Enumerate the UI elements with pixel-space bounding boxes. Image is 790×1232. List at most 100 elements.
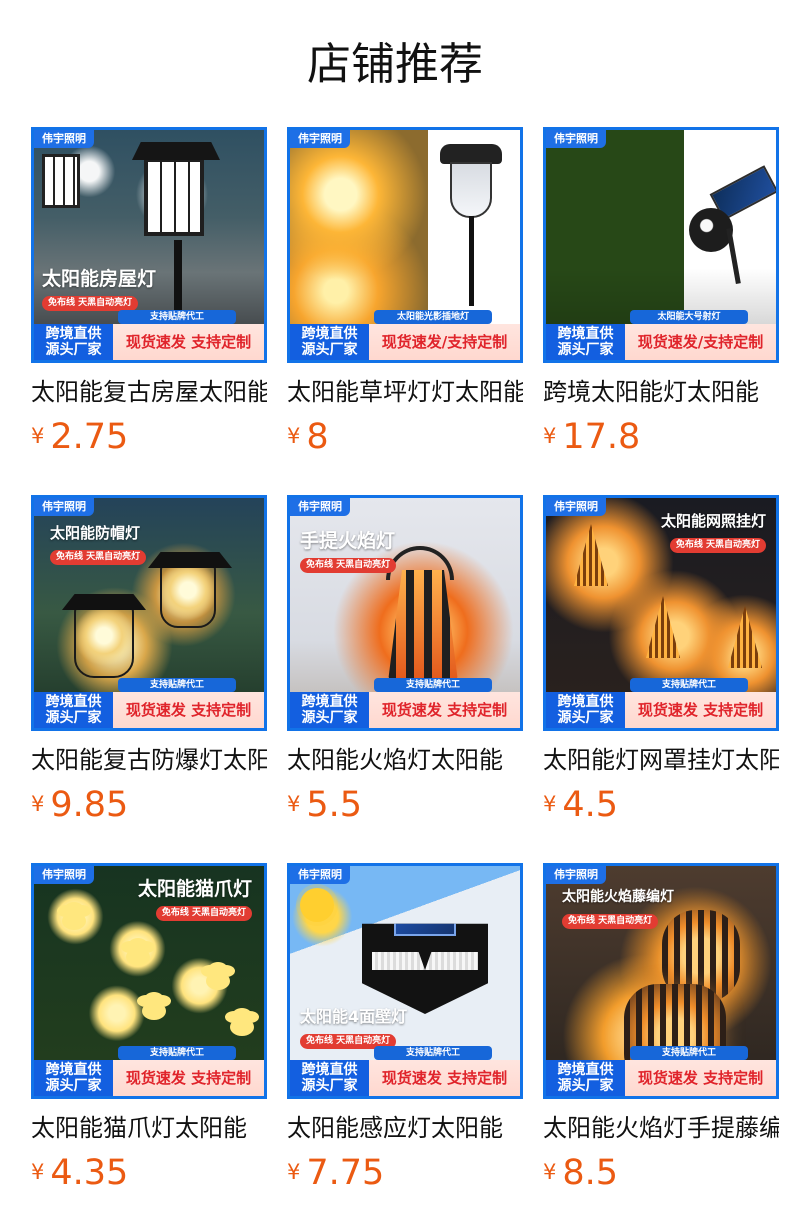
product-card[interactable]: 伟宇照明 手提火焰灯 免布线 天黑自动亮灯 支持贴牌代工 跨境直供 源头厂家 现… (287, 495, 523, 825)
promo-left-badge: 跨境直供 源头厂家 (34, 324, 113, 360)
currency-symbol: ¥ (31, 424, 45, 448)
currency-symbol: ¥ (31, 792, 45, 816)
price-value: 9.85 (50, 785, 129, 825)
promo-strip: 跨境直供 源头厂家 现货速发 支持定制 (290, 692, 520, 728)
promo-right-badge: 现货速发 支持定制 (113, 324, 264, 360)
promo-strip: 跨境直供 源头厂家 现货速发 支持定制 (34, 1060, 264, 1096)
product-image[interactable]: 伟宇照明 太阳能火焰藤编灯 免布线 天黑自动亮灯 支持贴牌代工 跨境直供 源头厂… (543, 863, 779, 1099)
image-headline-block: 太阳能网照挂灯 免布线 天黑自动亮灯 (661, 510, 766, 553)
promo-strip: 跨境直供 源头厂家 现货速发 支持定制 (290, 1060, 520, 1096)
lamp-pole (469, 216, 474, 306)
promo-right-badge: 现货速发/支持定制 (369, 324, 520, 360)
currency-symbol: ¥ (287, 424, 301, 448)
image-caption: 支持贴牌代工 (118, 678, 236, 692)
product-card[interactable]: 伟宇照明 太阳能网照挂灯 免布线 天黑自动亮灯 支持贴牌代工 跨境直供 源头厂家… (543, 495, 779, 825)
promo-right-badge: 现货速发 支持定制 (113, 1060, 264, 1096)
product-image[interactable]: 伟宇照明 太阳能大号射灯 跨境直供 源头厂家 现货速发/支持定制 (543, 127, 779, 363)
currency-symbol: ¥ (31, 1160, 45, 1184)
promo-left-line: 跨境直供 (301, 326, 358, 342)
product-name[interactable]: 太阳能猫爪灯太阳能 (31, 1111, 267, 1145)
promo-left-line: 源头厂家 (557, 1078, 614, 1094)
product-name[interactable]: 太阳能草坪灯灯太阳能 (287, 375, 523, 409)
paw-light-icon (230, 1018, 254, 1036)
product-meta: 太阳能感应灯太阳能 ¥7.75 (287, 1111, 523, 1195)
price-value: 4.35 (50, 1153, 129, 1193)
promo-left-line: 源头厂家 (45, 1078, 102, 1094)
promo-right-badge: 现货速发/支持定制 (625, 324, 776, 360)
promo-left-badge: 跨境直供 源头厂家 (546, 1060, 625, 1096)
page-title: 店铺推荐 (307, 39, 483, 90)
promo-left-line: 跨境直供 (557, 1062, 614, 1078)
product-meta: 太阳能复古房屋太阳能 ¥2.75 (31, 375, 267, 459)
product-card[interactable]: 伟宇照明 太阳能大号射灯 跨境直供 源头厂家 现货速发/支持定制 跨境太阳能灯太… (543, 127, 779, 457)
promo-strip: 跨境直供 源头厂家 现货速发 支持定制 (34, 692, 264, 728)
image-caption: 支持贴牌代工 (118, 1046, 236, 1060)
product-image[interactable]: 伟宇照明 太阳能猫爪灯 免布线 天黑自动亮灯 支持贴牌代工 跨境直供 源头厂家 … (31, 863, 267, 1099)
promo-left-line: 跨境直供 (557, 694, 614, 710)
promo-left-line: 跨境直供 (301, 1062, 358, 1078)
product-meta: 太阳能火焰灯太阳能 ¥5.5 (287, 743, 523, 827)
product-meta: 跨境太阳能灯太阳能 ¥17.8 (543, 375, 779, 459)
promo-left-line: 跨境直供 (45, 326, 102, 342)
image-headline: 太阳能房屋灯 (42, 268, 157, 290)
product-meta: 太阳能猫爪灯太阳能 ¥4.35 (31, 1111, 267, 1195)
lantern-icon (160, 560, 216, 628)
promo-left-line: 跨境直供 (45, 694, 102, 710)
product-name[interactable]: 太阳能火焰灯太阳能 (287, 743, 523, 777)
image-caption: 支持贴牌代工 (118, 310, 236, 324)
image-caption: 支持贴牌代工 (630, 678, 748, 692)
promo-left-line: 跨境直供 (45, 1062, 102, 1078)
product-card[interactable]: 伟宇照明 太阳能4面壁灯 免布线 天黑自动亮灯 支持贴牌代工 跨境直供 源头厂家… (287, 863, 523, 1193)
promo-strip: 跨境直供 源头厂家 现货速发/支持定制 (546, 324, 776, 360)
product-meta: 太阳能火焰灯手提藤编 ¥8.5 (543, 1111, 779, 1195)
image-subline: 免布线 天黑自动亮灯 (155, 906, 252, 921)
currency-symbol: ¥ (543, 1160, 557, 1184)
product-meta: 太阳能草坪灯灯太阳能 ¥8 (287, 375, 523, 459)
promo-right-badge: 现货速发 支持定制 (113, 692, 264, 728)
product-card[interactable]: 伟宇照明 太阳能房屋灯 免布线 天黑自动亮灯 支持贴牌代工 跨境直供 源头厂家 … (31, 127, 267, 457)
promo-left-badge: 跨境直供 源头厂家 (34, 1060, 113, 1096)
product-image[interactable]: 伟宇照明 太阳能防帽灯 免布线 天黑自动亮灯 支持贴牌代工 跨境直供 源头厂家 … (31, 495, 267, 731)
price-value: 8.5 (562, 1153, 619, 1193)
product-name[interactable]: 太阳能复古房屋太阳能 (31, 375, 267, 409)
image-subline: 免布线 天黑自动亮灯 (300, 558, 397, 573)
product-card[interactable]: 伟宇照明 太阳能防帽灯 免布线 天黑自动亮灯 支持贴牌代工 跨境直供 源头厂家 … (31, 495, 267, 825)
image-headline: 太阳能猫爪灯 (137, 878, 252, 900)
product-image[interactable]: 伟宇照明 太阳能房屋灯 免布线 天黑自动亮灯 支持贴牌代工 跨境直供 源头厂家 … (31, 127, 267, 363)
product-name[interactable]: 跨境太阳能灯太阳能 (543, 375, 779, 409)
promo-left-badge: 跨境直供 源头厂家 (34, 692, 113, 728)
product-name[interactable]: 太阳能火焰灯手提藤编 (543, 1111, 779, 1145)
promo-left-badge: 跨境直供 源头厂家 (546, 692, 625, 728)
brand-badge: 伟宇照明 (546, 866, 606, 884)
product-image[interactable]: 伟宇照明 手提火焰灯 免布线 天黑自动亮灯 支持贴牌代工 跨境直供 源头厂家 现… (287, 495, 523, 731)
store-recommendations-page: 店铺推荐 伟宇照明 太阳能房屋灯 免布线 天黑自动亮灯 支持贴牌代工 跨境直供 … (0, 0, 790, 1232)
brand-badge: 伟宇照明 (290, 498, 350, 516)
product-card[interactable]: 伟宇照明 太阳能光影插地灯 跨境直供 源头厂家 现货速发/支持定制 太阳能草坪灯… (287, 127, 523, 457)
product-name[interactable]: 太阳能感应灯太阳能 (287, 1111, 523, 1145)
promo-right-badge: 现货速发 支持定制 (369, 692, 520, 728)
product-image[interactable]: 伟宇照明 太阳能网照挂灯 免布线 天黑自动亮灯 支持贴牌代工 跨境直供 源头厂家… (543, 495, 779, 731)
image-caption: 太阳能光影插地灯 (374, 310, 492, 324)
product-name[interactable]: 太阳能灯网罩挂灯太阳 (543, 743, 779, 777)
lamp-cap (440, 144, 502, 164)
product-card[interactable]: 伟宇照明 太阳能火焰藤编灯 免布线 天黑自动亮灯 支持贴牌代工 跨境直供 源头厂… (543, 863, 779, 1193)
image-caption: 支持贴牌代工 (630, 1046, 748, 1060)
product-card[interactable]: 伟宇照明 太阳能猫爪灯 免布线 天黑自动亮灯 支持贴牌代工 跨境直供 源头厂家 … (31, 863, 267, 1193)
product-image[interactable]: 伟宇照明 太阳能光影插地灯 跨境直供 源头厂家 现货速发/支持定制 (287, 127, 523, 363)
promo-left-line: 源头厂家 (45, 342, 102, 358)
image-headline-block: 太阳能猫爪灯 免布线 天黑自动亮灯 (138, 878, 252, 921)
brand-badge: 伟宇照明 (290, 130, 350, 148)
product-image[interactable]: 伟宇照明 太阳能4面壁灯 免布线 天黑自动亮灯 支持贴牌代工 跨境直供 源头厂家… (287, 863, 523, 1099)
paw-light-icon (142, 1002, 166, 1020)
image-headline: 太阳能火焰藤编灯 (562, 889, 674, 905)
paw-light-icon (62, 912, 86, 930)
product-name[interactable]: 太阳能复古防爆灯太阳 (31, 743, 267, 777)
product-price: ¥4.5 (543, 782, 779, 827)
image-headline: 太阳能4面壁灯 (300, 1007, 408, 1026)
currency-symbol: ¥ (287, 1160, 301, 1184)
image-headline-block: 太阳能火焰藤编灯 免布线 天黑自动亮灯 (562, 886, 674, 929)
image-headline-block: 太阳能防帽灯 免布线 天黑自动亮灯 (50, 522, 147, 565)
product-meta: 太阳能复古防爆灯太阳 ¥9.85 (31, 743, 267, 827)
promo-left-badge: 跨境直供 源头厂家 (290, 692, 369, 728)
promo-strip: 跨境直供 源头厂家 现货速发 支持定制 (546, 692, 776, 728)
